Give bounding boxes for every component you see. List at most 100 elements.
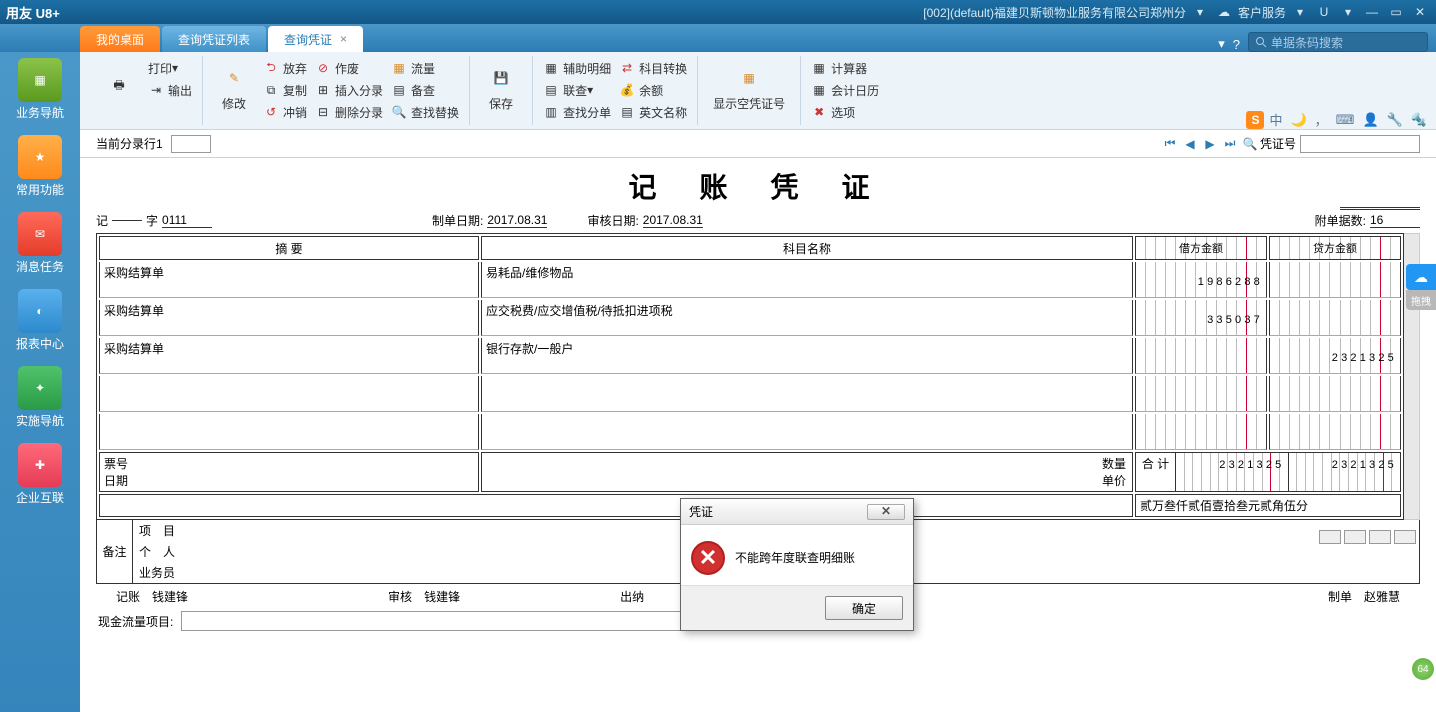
- table-row[interactable]: 采购结算单应交税费/应交增值税/待抵扣进项税 335037: [99, 300, 1401, 336]
- ime-moon-icon[interactable]: 🌙: [1287, 112, 1309, 128]
- sidebar-item-report[interactable]: ◐报表中心: [0, 289, 80, 352]
- abandon-button[interactable]: ⮌放弃: [259, 58, 311, 78]
- assist-icon: ▦: [543, 60, 559, 76]
- delete-icon: ⊟: [315, 104, 331, 120]
- titlebar: 用友 U8+ [002](default)福建贝斯顿物业服务有限公司郑州分 ▾ …: [0, 0, 1436, 24]
- voucher-table[interactable]: 摘 要 科目名称 借方金额 贷方金额 采购结算单易耗品/维修物品 1986288…: [96, 233, 1404, 520]
- drag-handle[interactable]: 拖拽: [1406, 290, 1436, 310]
- globe-icon[interactable]: ☁: [1214, 3, 1234, 21]
- tab-desktop[interactable]: 我的桌面: [80, 26, 160, 52]
- ime-keyboard-icon[interactable]: ⌨: [1333, 112, 1358, 128]
- dropdown-arrow-icon[interactable]: ▾: [1190, 3, 1210, 21]
- options-button[interactable]: ✖选项: [807, 102, 883, 122]
- options-icon: ✖: [811, 104, 827, 120]
- find-replace-button[interactable]: 🔍查找替换: [387, 102, 463, 122]
- find-entry-button[interactable]: ▥查找分单: [539, 102, 615, 122]
- balance-button[interactable]: 💰余额: [615, 80, 691, 100]
- voucher-no-input[interactable]: [1300, 135, 1420, 153]
- lookup-button[interactable]: ▤联查 ▾: [539, 80, 615, 100]
- table-row[interactable]: 采购结算单易耗品/维修物品 1986288: [99, 262, 1401, 298]
- subject-switch-button[interactable]: ⇄科目转换: [615, 58, 691, 78]
- reverse-icon: ↺: [263, 104, 279, 120]
- empty-voucher-icon: ▦: [734, 63, 764, 93]
- sidebar-item-biz-nav[interactable]: ▦业务导航: [0, 58, 80, 121]
- dialog-titlebar[interactable]: 凭证 ✕: [681, 499, 913, 525]
- dropdown-icon-2[interactable]: ▾: [1338, 3, 1358, 21]
- next-button[interactable]: ▶: [1201, 135, 1219, 153]
- english-name-button[interactable]: ▤英文名称: [615, 102, 691, 122]
- customer-service-link[interactable]: 客户服务: [1238, 3, 1286, 21]
- show-empty-button[interactable]: ▦显示空凭证号: [704, 56, 794, 118]
- print-dropdown[interactable]: 打印 ▾: [144, 58, 196, 78]
- make-date[interactable]: 2017.08.31: [487, 213, 547, 228]
- voucher-number[interactable]: 0111: [162, 213, 212, 228]
- calendar-button[interactable]: ▦会计日历: [807, 80, 883, 100]
- u-icon[interactable]: U: [1314, 3, 1334, 21]
- modify-button[interactable]: ✎修改: [209, 56, 259, 118]
- compass-icon: ✦: [18, 366, 62, 410]
- ime-lang[interactable]: 中: [1266, 110, 1285, 129]
- minimize-button[interactable]: —: [1362, 3, 1382, 21]
- findentry-icon: ▥: [543, 104, 559, 120]
- export-button[interactable]: ⇥输出: [144, 80, 196, 100]
- copy-button[interactable]: ⧉复制: [259, 80, 311, 100]
- sogou-icon[interactable]: S: [1246, 111, 1264, 129]
- ribbon-toolbar: 🖶 打印 ▾ ⇥输出 ✎修改 ⮌放弃 ⧉复制 ↺冲销 ⊘作废 ⊞插入分录 ⊟删除…: [80, 52, 1436, 130]
- sidebar-item-impl[interactable]: ✦实施导航: [0, 366, 80, 429]
- save-button[interactable]: 💾保存: [476, 56, 526, 118]
- copy-icon: ⧉: [263, 82, 279, 98]
- delete-entry-button[interactable]: ⊟删除分录: [311, 102, 387, 122]
- backup-icon: ▤: [391, 82, 407, 98]
- dialog-ok-button[interactable]: 确定: [825, 596, 903, 620]
- backup-button[interactable]: ▤备查: [387, 80, 463, 100]
- enname-icon: ▤: [619, 104, 635, 120]
- prev-button[interactable]: ◀: [1181, 135, 1199, 153]
- ime-punct[interactable]: ，: [1312, 110, 1331, 129]
- voucher-title: 记 账 凭 证: [96, 166, 1420, 206]
- current-row-input[interactable]: [171, 135, 211, 153]
- cloud-icon[interactable]: ☁: [1406, 264, 1436, 290]
- sidebar-item-message[interactable]: ✉消息任务: [0, 212, 80, 275]
- table-row[interactable]: 采购结算单银行存款/一般户 2321325: [99, 338, 1401, 374]
- print-button[interactable]: 🖶: [94, 56, 144, 118]
- tab-voucher-list[interactable]: 查询凭证列表: [162, 26, 266, 52]
- audit-date[interactable]: 2017.08.31: [643, 213, 703, 228]
- badge-64[interactable]: 64: [1412, 658, 1434, 680]
- ime-user-icon[interactable]: 👤: [1359, 112, 1381, 128]
- connect-icon: ✚: [18, 443, 62, 487]
- assist-detail-button[interactable]: ▦辅助明细: [539, 58, 615, 78]
- insert-entry-button[interactable]: ⊞插入分录: [311, 80, 387, 100]
- nav-row: 当前分录行1 ⏮ ◀ ▶ ⏭ 🔍 凭证号: [80, 130, 1436, 158]
- flow-button[interactable]: ▦流量: [387, 58, 463, 78]
- dropdown-icon[interactable]: ▾: [1290, 3, 1310, 21]
- table-row[interactable]: [99, 376, 1401, 412]
- void-icon: ⊘: [315, 60, 331, 76]
- search-voucher-icon[interactable]: 🔍: [1241, 135, 1259, 153]
- sidebar-item-enterprise[interactable]: ✚企业互联: [0, 443, 80, 506]
- attach-count[interactable]: 16: [1370, 213, 1420, 228]
- ime-wrench-icon[interactable]: 🔩: [1408, 112, 1430, 128]
- close-button[interactable]: ✕: [1410, 3, 1430, 21]
- table-row[interactable]: [99, 414, 1401, 450]
- restore-button[interactable]: ▭: [1386, 3, 1406, 21]
- barcode-search[interactable]: 单据条码搜索: [1248, 32, 1428, 52]
- ime-tool-icon[interactable]: 🔧: [1384, 112, 1406, 128]
- sidebar-item-common[interactable]: ★常用功能: [0, 135, 80, 198]
- tab-close-icon[interactable]: ×: [340, 32, 347, 46]
- last-button[interactable]: ⏭: [1221, 135, 1239, 153]
- reverse-button[interactable]: ↺冲销: [259, 102, 311, 122]
- void-button[interactable]: ⊘作废: [311, 58, 387, 78]
- balance-icon: 💰: [619, 82, 635, 98]
- print-icon: 🖶: [104, 71, 134, 101]
- export-icon: ⇥: [148, 82, 164, 98]
- first-button[interactable]: ⏮: [1161, 135, 1179, 153]
- menu-arrow-icon[interactable]: ▾: [1218, 36, 1225, 52]
- company-name: [002](default)福建贝斯顿物业服务有限公司郑州分: [923, 4, 1186, 21]
- dialog-close-button[interactable]: ✕: [867, 504, 905, 520]
- tab-voucher-query[interactable]: 查询凭证×: [268, 26, 363, 52]
- help-icon[interactable]: ?: [1233, 37, 1240, 52]
- flow-icon: ▦: [391, 60, 407, 76]
- header-divider: [1340, 206, 1420, 210]
- mini-toolbar[interactable]: [1319, 530, 1416, 544]
- calculator-button[interactable]: ▦计算器: [807, 58, 883, 78]
